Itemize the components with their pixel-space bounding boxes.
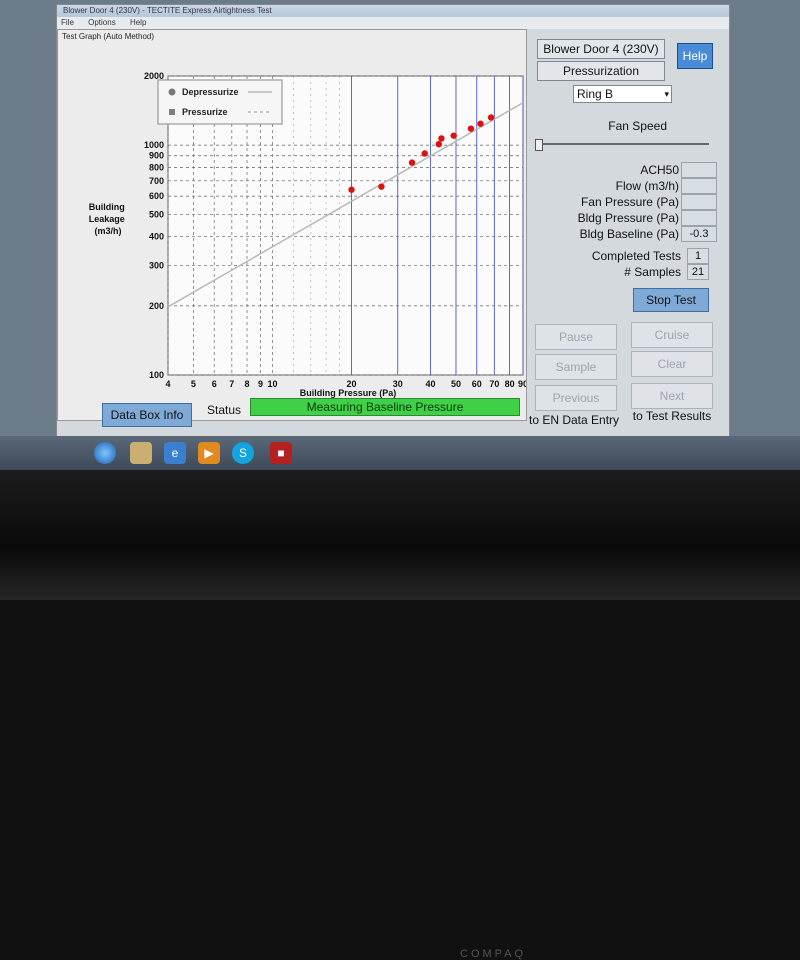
x-tick-label: 40 [426, 379, 436, 389]
completed-tests-value: 1 [687, 248, 709, 264]
x-tick-label: 90 [518, 379, 526, 389]
status-bar: Measuring Baseline Pressure [250, 398, 520, 416]
y-tick-label: 1000 [144, 140, 164, 150]
test-graph-panel: Test Graph (Auto Method) 4 5 6 7 8 9 10 20 30 40 5… [57, 29, 527, 421]
y-tick-label: 700 [149, 176, 164, 186]
x-tick-label: 70 [489, 379, 499, 389]
samples-label: # Samples [624, 265, 681, 279]
x-axis-label: Building Pressure (Pa) [300, 388, 397, 398]
ring-select[interactable]: Ring B ▾ [573, 85, 672, 103]
menu-bar: File Options Help [57, 17, 729, 29]
y-tick-label: 600 [149, 191, 164, 201]
completed-tests-label: Completed Tests [591, 249, 681, 263]
mode-label: Pressurization [537, 61, 665, 81]
y-tick-label: 300 [149, 260, 164, 270]
fan-speed-slider[interactable] [537, 143, 709, 145]
pause-button[interactable]: Pause [535, 324, 617, 350]
data-point [408, 159, 416, 166]
x-tick-label: 9 [258, 379, 263, 389]
data-point [477, 120, 484, 127]
next-button[interactable]: Next [631, 383, 713, 409]
readout-value: -0.3 [681, 226, 717, 242]
y-tick-label: 100 [149, 370, 164, 380]
fan-speed-slider-thumb[interactable] [535, 139, 543, 151]
data-point [421, 150, 428, 157]
data-point [438, 135, 445, 142]
help-button[interactable]: Help [677, 43, 713, 69]
previous-button[interactable]: Previous [535, 385, 617, 411]
cruise-button[interactable]: Cruise [631, 322, 713, 348]
menu-help[interactable]: Help [130, 18, 146, 27]
x-tick-label: 4 [165, 379, 170, 389]
window-titlebar[interactable]: Blower Door 4 (230V) - TECTITE Express A… [57, 5, 729, 17]
fan-speed-label: Fan Speed [608, 119, 667, 133]
leakage-chart: 4 5 6 7 8 9 10 20 30 40 50 60 70 80 901002003004005006… [89, 71, 526, 398]
app-icon[interactable]: ■ [270, 442, 292, 464]
y-tick-label: 900 [149, 151, 164, 161]
pressurize-legend-marker [169, 109, 175, 115]
x-tick-label: 6 [212, 379, 217, 389]
readout-value [681, 194, 717, 210]
to-test-results-label: to Test Results [632, 409, 712, 423]
screen: Blower Door 4 (230V) - TECTITE Express A… [0, 0, 800, 470]
sample-button[interactable]: Sample [535, 354, 617, 380]
x-tick-label: 60 [472, 379, 482, 389]
readout-value [681, 162, 717, 178]
skype-icon[interactable]: S [232, 442, 254, 464]
x-tick-label: 80 [505, 379, 515, 389]
data-box-info-button[interactable]: Data Box Info [102, 403, 192, 427]
y-tick-label: 800 [149, 162, 164, 172]
ring-select-value: Ring B [577, 87, 614, 101]
data-point [348, 186, 355, 193]
y-axis-label: Building Leakage (m3/h) [89, 202, 128, 236]
readout-label: Bldg Pressure (Pa) [577, 211, 679, 225]
data-point [378, 183, 385, 190]
chart-legend: Depressurize Pressurize [157, 79, 283, 125]
y-tick-label: 400 [149, 232, 164, 242]
laptop-bezel: COMPAQ [0, 470, 800, 960]
samples-value: 21 [687, 264, 709, 280]
to-en-data-entry-label: to EN Data Entry [529, 413, 620, 427]
x-tick-label: 8 [245, 379, 250, 389]
readout-label: Bldg Baseline (Pa) [579, 227, 679, 241]
readout-value [681, 210, 717, 226]
stop-test-button[interactable]: Stop Test [633, 288, 709, 312]
x-tick-label: 7 [229, 379, 234, 389]
data-point [467, 125, 475, 132]
device-label: Blower Door 4 (230V) [537, 39, 665, 59]
readout-value [681, 178, 717, 194]
menu-file[interactable]: File [61, 18, 74, 27]
media-player-icon[interactable]: ▶ [198, 442, 220, 464]
legend-pressurize: Pressurize [182, 107, 228, 117]
windows-taskbar: e ▶ S ■ [0, 436, 800, 470]
data-point [435, 140, 442, 148]
menu-options[interactable]: Options [88, 18, 116, 27]
x-tick-label: 5 [191, 379, 196, 389]
folder-icon[interactable] [130, 442, 152, 464]
control-panel: Blower Door 4 (230V) Help Pressurization… [527, 29, 727, 429]
clear-button[interactable]: Clear [631, 351, 713, 377]
readout-label: Flow (m3/h) [615, 179, 679, 193]
legend-depressurize: Depressurize [182, 87, 239, 97]
x-tick-label: 10 [267, 379, 277, 389]
x-tick-label: 50 [451, 379, 461, 389]
depressurize-legend-marker [168, 88, 176, 96]
data-point [487, 114, 495, 121]
readout-label: ACH50 [640, 163, 679, 177]
data-point [450, 132, 457, 139]
y-tick-label: 200 [149, 301, 164, 311]
start-orb-icon[interactable] [94, 442, 116, 464]
ie-icon[interactable]: e [164, 442, 186, 464]
y-tick-label: 500 [149, 209, 164, 219]
chevron-down-icon: ▾ [664, 89, 669, 99]
status-label: Status [207, 403, 242, 417]
application-window: Blower Door 4 (230V) - TECTITE Express A… [56, 4, 730, 438]
readout-label: Fan Pressure (Pa) [580, 195, 679, 209]
bezel-brand: COMPAQ [460, 948, 527, 960]
